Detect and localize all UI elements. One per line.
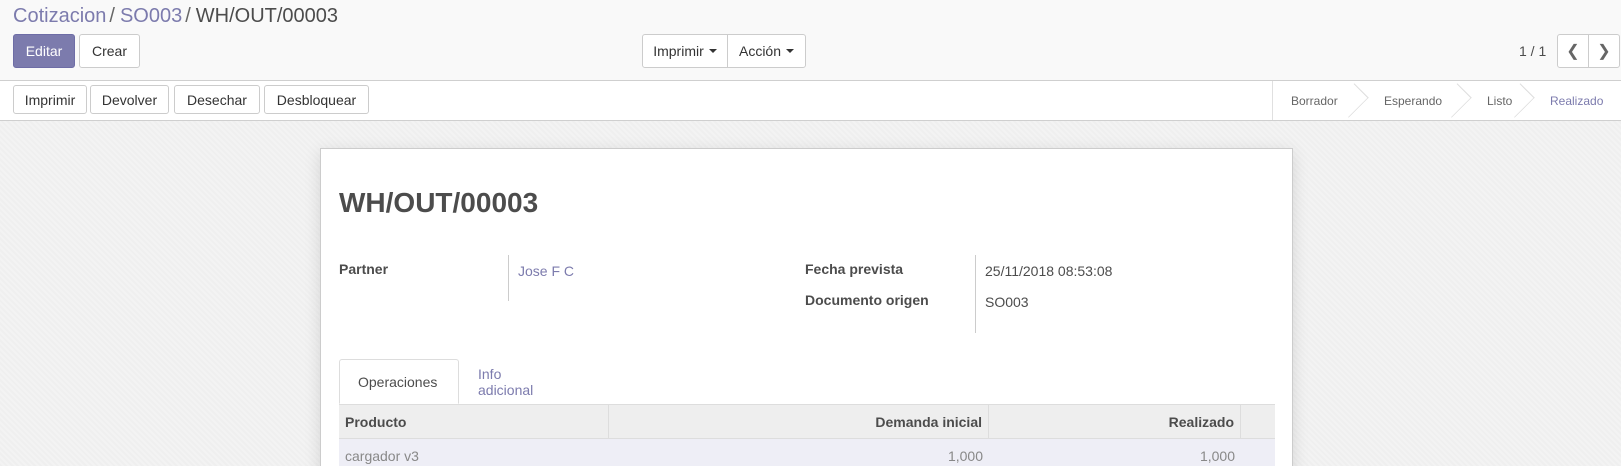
action-dropdown-button[interactable]: Acción <box>727 34 806 68</box>
column-header-extra <box>1241 405 1275 438</box>
breadcrumb-separator: / <box>185 5 191 27</box>
control-panel: Cotizacion / SO003/WH/OUT/00003 Editar Cre… <box>0 0 1621 81</box>
partner-value[interactable]: Jose F C <box>518 263 574 279</box>
status-stages: Borrador Esperando Listo Realizado <box>1272 81 1621 120</box>
pager-next-button[interactable]: ❯ <box>1588 34 1620 68</box>
column-header-realizado[interactable]: Realizado <box>989 405 1241 438</box>
cell-producto: cargador v3 <box>345 448 419 464</box>
breadcrumb-current: WH/OUT/00003 <box>195 5 339 27</box>
breadcrumb: Cotizacion / SO003/WH/OUT/00003 <box>13 4 338 28</box>
print-dropdown-button[interactable]: Imprimir <box>642 34 728 68</box>
edit-button[interactable]: Editar <box>13 34 75 68</box>
tab-info-adicional[interactable]: Info adicional <box>460 359 551 404</box>
table-row[interactable]: cargador v3 1,000 1,000 <box>339 439 1275 466</box>
breadcrumb-item-cotizacion[interactable]: Cotizacion <box>13 5 106 27</box>
print-dropdown-label: Imprimir <box>653 43 704 59</box>
return-button[interactable]: Devolver <box>90 85 169 114</box>
scrap-button[interactable]: Desechar <box>174 85 260 114</box>
chevron-right-icon: ❯ <box>1597 43 1611 60</box>
stage-borrador: Borrador <box>1273 81 1358 120</box>
table-header: Producto Demanda inicial Realizado <box>339 405 1275 439</box>
print-button[interactable]: Imprimir <box>13 85 87 114</box>
create-button[interactable]: Crear <box>79 34 140 68</box>
pager-value[interactable]: 1 / 1 <box>1519 43 1546 59</box>
form-sheet: WH/OUT/00003 Partner Jose F C Fecha prev… <box>320 148 1293 466</box>
field-divider <box>508 255 509 301</box>
unlock-button[interactable]: Desbloquear <box>264 85 369 114</box>
source-document-value: SO003 <box>985 294 1029 310</box>
record-title: WH/OUT/00003 <box>339 187 539 218</box>
action-dropdown-label: Acción <box>738 43 782 59</box>
partner-label: Partner <box>339 261 389 277</box>
stage-esperando: Esperando <box>1358 81 1461 120</box>
cell-realizado: 1,000 <box>1199 448 1235 464</box>
scheduled-date-label: Fecha prevista <box>805 261 904 277</box>
stage-listo: Listo <box>1461 81 1524 120</box>
chevron-left-icon: ❮ <box>1566 43 1580 60</box>
source-document-label: Documento origen <box>805 292 929 308</box>
breadcrumb-item-so003[interactable]: SO003 <box>120 5 182 27</box>
pager-previous-button[interactable]: ❮ <box>1557 34 1589 68</box>
operations-table: Producto Demanda inicial Realizado carga… <box>339 404 1275 466</box>
caret-down-icon <box>786 49 795 53</box>
statusbar: Imprimir Devolver Desechar Desbloquear B… <box>0 81 1621 121</box>
caret-down-icon <box>708 49 717 53</box>
scheduled-date-value: 25/11/2018 08:53:08 <box>985 263 1113 279</box>
breadcrumb-separator: / <box>109 5 115 27</box>
cell-demanda-inicial: 1,000 <box>947 448 983 464</box>
stage-realizado: Realizado <box>1550 93 1604 108</box>
tab-operaciones[interactable]: Operaciones <box>339 359 459 404</box>
column-header-demanda-inicial[interactable]: Demanda inicial <box>609 405 989 438</box>
column-header-producto[interactable]: Producto <box>339 405 609 438</box>
field-divider <box>975 255 976 333</box>
